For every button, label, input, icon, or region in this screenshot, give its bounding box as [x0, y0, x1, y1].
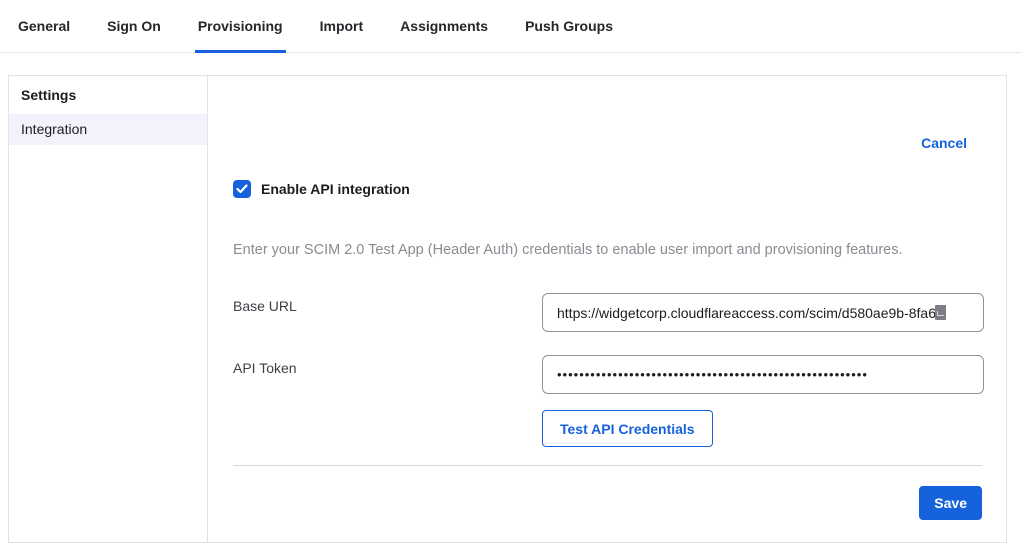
app-tab-bar: General Sign On Provisioning Import Assi… — [0, 0, 1021, 53]
api-token-value: ••••••••••••••••••••••••••••••••••••••••… — [557, 367, 868, 382]
text-selection-block — [935, 305, 946, 320]
tab-general[interactable]: General — [18, 0, 70, 52]
enable-api-label: Enable API integration — [261, 181, 410, 197]
enable-api-checkbox[interactable] — [233, 180, 251, 198]
sidebar-item-integration[interactable]: Integration — [9, 114, 207, 145]
integration-form: Cancel Enable API integration Enter your… — [209, 76, 1006, 542]
checkmark-icon — [236, 184, 248, 194]
tab-push-groups[interactable]: Push Groups — [525, 0, 613, 52]
tab-sign-on[interactable]: Sign On — [107, 0, 161, 52]
api-token-label: API Token — [233, 360, 297, 376]
base-url-input[interactable]: https://widgetcorp.cloudflareaccess.com/… — [542, 293, 984, 332]
base-url-label: Base URL — [233, 298, 297, 314]
provisioning-panel: Settings Integration Cancel Enable API i… — [8, 75, 1007, 543]
enable-api-row: Enable API integration — [233, 180, 410, 198]
test-api-credentials-button[interactable]: Test API Credentials — [542, 410, 713, 447]
base-url-value: https://widgetcorp.cloudflareaccess.com/… — [557, 305, 936, 321]
save-button[interactable]: Save — [919, 486, 982, 520]
settings-sidebar: Settings Integration — [9, 76, 208, 542]
credentials-description: Enter your SCIM 2.0 Test App (Header Aut… — [233, 242, 982, 258]
api-token-input[interactable]: ••••••••••••••••••••••••••••••••••••••••… — [542, 355, 984, 394]
footer-divider — [233, 465, 982, 466]
tab-provisioning[interactable]: Provisioning — [198, 0, 283, 52]
tab-assignments[interactable]: Assignments — [400, 0, 488, 52]
tab-import[interactable]: Import — [320, 0, 364, 52]
sidebar-heading: Settings — [9, 76, 207, 114]
cancel-button[interactable]: Cancel — [921, 135, 967, 151]
